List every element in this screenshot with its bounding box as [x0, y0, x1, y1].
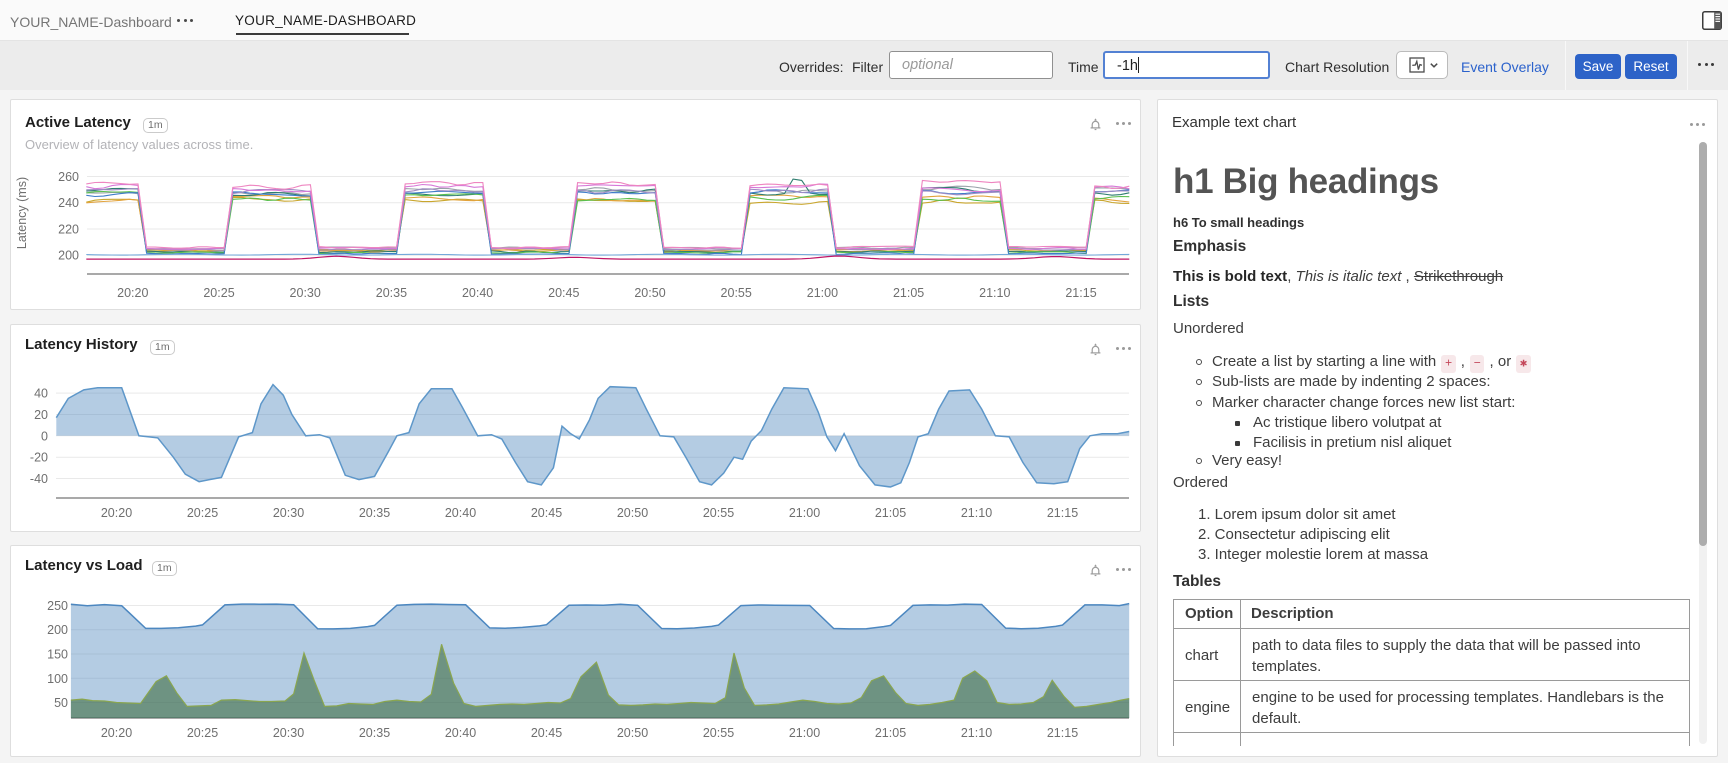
- svg-text:20:25: 20:25: [187, 506, 218, 520]
- svg-text:Latency (ms): Latency (ms): [15, 177, 29, 249]
- svg-text:150: 150: [47, 648, 68, 662]
- svg-text:20: 20: [34, 408, 48, 422]
- svg-text:21:00: 21:00: [807, 286, 838, 300]
- svg-text:20:40: 20:40: [462, 286, 493, 300]
- svg-text:21:15: 21:15: [1047, 506, 1078, 520]
- svg-text:21:15: 21:15: [1047, 726, 1078, 740]
- svg-text:21:15: 21:15: [1065, 286, 1096, 300]
- svg-text:21:05: 21:05: [875, 506, 906, 520]
- svg-text:20:35: 20:35: [376, 286, 407, 300]
- svg-text:21:00: 21:00: [789, 726, 820, 740]
- svg-text:20:20: 20:20: [101, 726, 132, 740]
- svg-text:40: 40: [34, 387, 48, 401]
- svg-text:20:40: 20:40: [445, 506, 476, 520]
- svg-text:250: 250: [47, 599, 68, 613]
- svg-text:200: 200: [47, 623, 68, 637]
- svg-text:20:30: 20:30: [273, 726, 304, 740]
- svg-text:0: 0: [41, 429, 48, 443]
- svg-text:100: 100: [47, 672, 68, 686]
- svg-text:260: 260: [58, 170, 79, 184]
- svg-text:20:40: 20:40: [445, 726, 476, 740]
- svg-text:21:10: 21:10: [961, 506, 992, 520]
- svg-text:21:05: 21:05: [893, 286, 924, 300]
- svg-text:20:50: 20:50: [617, 506, 648, 520]
- svg-text:20:55: 20:55: [703, 506, 734, 520]
- svg-text:20:25: 20:25: [187, 726, 218, 740]
- svg-text:20:45: 20:45: [531, 506, 562, 520]
- svg-text:220: 220: [58, 223, 79, 237]
- svg-text:20:35: 20:35: [359, 726, 390, 740]
- svg-text:21:10: 21:10: [961, 726, 992, 740]
- svg-text:20:30: 20:30: [273, 506, 304, 520]
- svg-text:20:45: 20:45: [531, 726, 562, 740]
- svg-text:20:30: 20:30: [290, 286, 321, 300]
- svg-text:20:20: 20:20: [117, 286, 148, 300]
- svg-text:20:55: 20:55: [721, 286, 752, 300]
- svg-text:200: 200: [58, 249, 79, 263]
- svg-text:20:20: 20:20: [101, 506, 132, 520]
- svg-text:20:35: 20:35: [359, 506, 390, 520]
- svg-text:240: 240: [58, 196, 79, 210]
- svg-text:-40: -40: [30, 472, 48, 486]
- svg-text:50: 50: [54, 696, 68, 710]
- svg-text:20:50: 20:50: [634, 286, 665, 300]
- svg-text:-20: -20: [30, 451, 48, 465]
- svg-text:21:00: 21:00: [789, 506, 820, 520]
- svg-text:20:45: 20:45: [548, 286, 579, 300]
- svg-text:21:05: 21:05: [875, 726, 906, 740]
- svg-text:20:50: 20:50: [617, 726, 648, 740]
- svg-text:20:55: 20:55: [703, 726, 734, 740]
- svg-text:21:10: 21:10: [979, 286, 1010, 300]
- svg-text:20:25: 20:25: [203, 286, 234, 300]
